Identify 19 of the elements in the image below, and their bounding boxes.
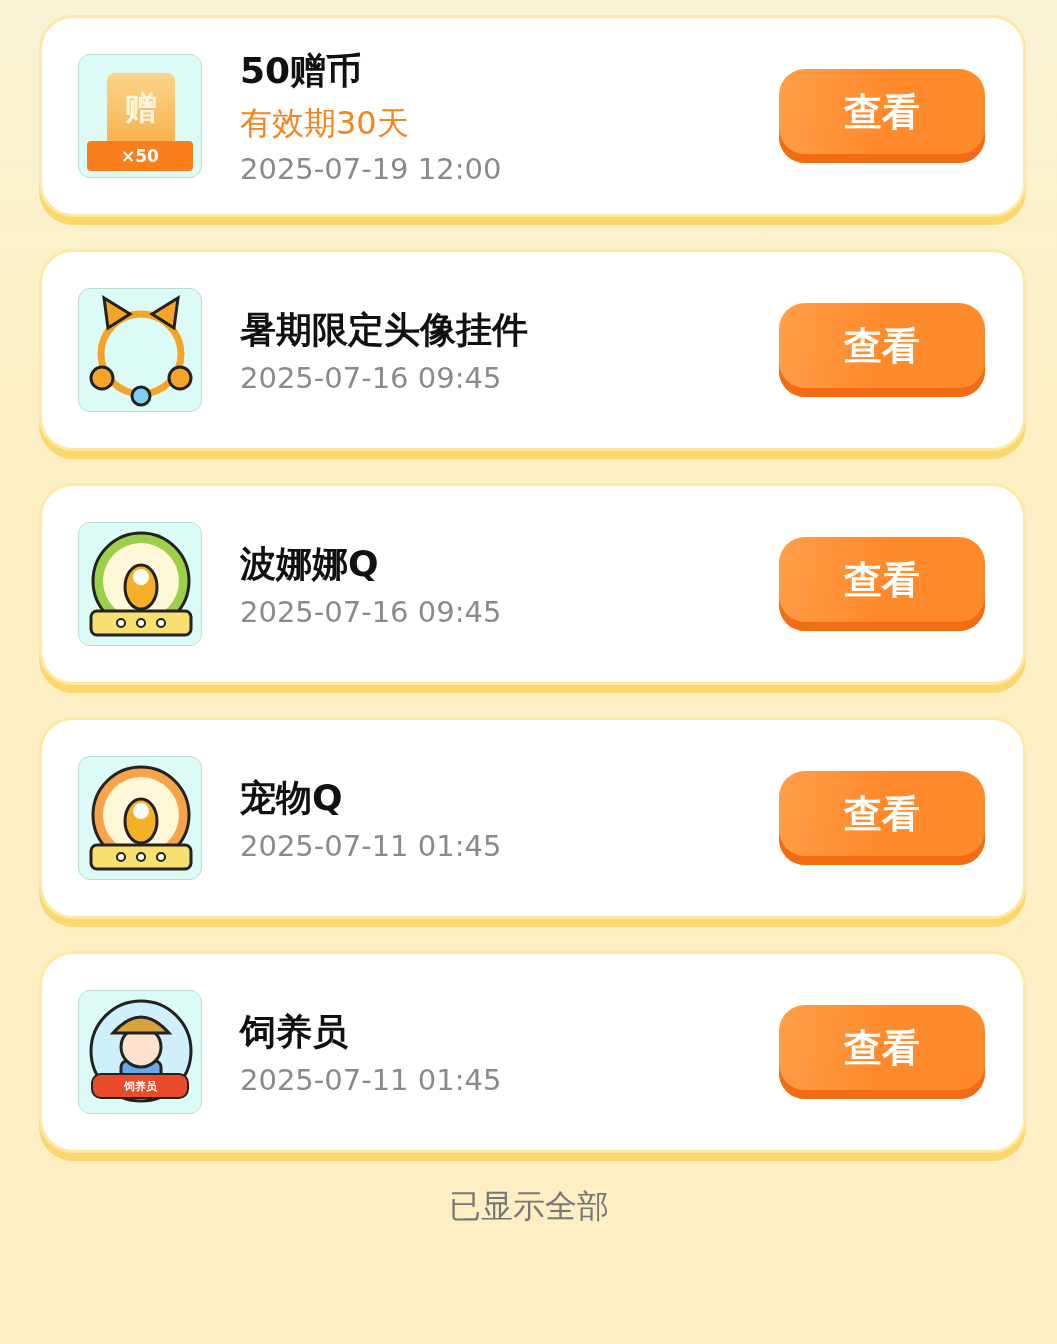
view-button[interactable]: 查看 — [779, 771, 985, 865]
reward-title: 暑期限定头像挂件 — [240, 307, 529, 352]
view-button[interactable]: 查看 — [779, 303, 985, 397]
reward-time: 2025-07-16 09:45 — [240, 594, 503, 629]
badge-ribbon-label: 饲养员 — [91, 1073, 189, 1099]
reward-title: 宠物Q — [240, 775, 344, 820]
reward-time: 2025-07-16 09:45 — [240, 360, 503, 395]
view-button[interactable]: 查看 — [779, 69, 985, 163]
reward-title: 饲养员 — [240, 1009, 349, 1054]
reward-title: 50赠币 — [240, 48, 364, 93]
reward-time: 2025-07-19 12:00 — [240, 151, 503, 186]
reward-title: 波娜娜Q — [240, 541, 380, 586]
validity-text: 有效期30天 — [240, 102, 410, 144]
view-button[interactable]: 查看 — [779, 537, 985, 631]
all-shown-text: 已显示全部 — [448, 1186, 609, 1227]
view-button[interactable]: 查看 — [779, 1005, 985, 1099]
reward-time: 2025-07-11 01:45 — [240, 1062, 503, 1097]
coin-count-label: ×50 — [87, 141, 193, 171]
reward-time: 2025-07-11 01:45 — [240, 828, 503, 863]
